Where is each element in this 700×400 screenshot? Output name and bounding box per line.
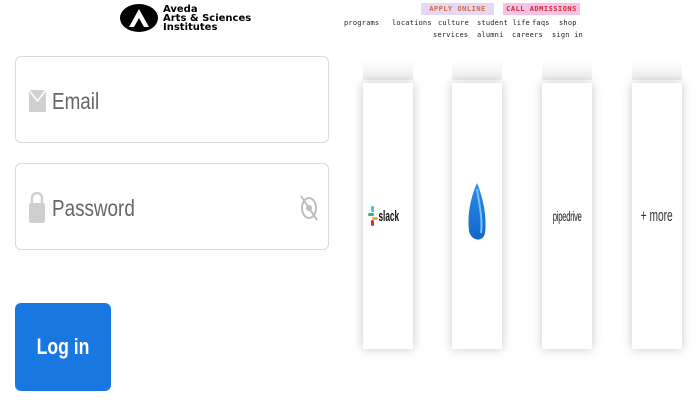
nav-shop[interactable]: shop: [559, 19, 577, 27]
more-integrations-card[interactable]: + more: [632, 83, 682, 349]
card-divider: [363, 60, 413, 80]
lock-icon: [29, 191, 45, 228]
nav-services[interactable]: services: [433, 31, 468, 39]
slack-integration-card[interactable]: slack: [363, 83, 413, 349]
password-field[interactable]: Password: [15, 163, 329, 250]
slack-logo-icon: [368, 206, 379, 226]
nav-alumni[interactable]: alumni: [477, 31, 504, 39]
slack-label: slack: [378, 207, 400, 225]
nav-student-life[interactable]: student life: [477, 19, 530, 27]
envelope-icon: [28, 89, 47, 117]
pipedrive-label: pipedrive: [552, 208, 582, 224]
nav-sign-in[interactable]: sign in: [552, 31, 583, 39]
login-label: Log in: [36, 334, 90, 359]
login-button[interactable]: Log in: [15, 303, 111, 391]
card-divider: [452, 60, 502, 80]
email-placeholder: Email: [52, 88, 100, 114]
nav-locations[interactable]: locations: [392, 19, 432, 27]
nav-programs[interactable]: programs: [344, 19, 379, 27]
nav-culture[interactable]: culture: [438, 19, 469, 27]
nav-faqs[interactable]: faqs: [532, 19, 550, 27]
fluent-app-integration-card[interactable]: [452, 83, 502, 349]
eye-off-icon[interactable]: [300, 194, 318, 227]
fluent-logo-icon: [467, 182, 487, 250]
password-placeholder: Password: [52, 195, 135, 221]
card-divider: [542, 60, 592, 80]
nav-careers[interactable]: careers: [512, 31, 543, 39]
pipedrive-integration-card[interactable]: pipedrive: [542, 83, 592, 349]
email-field[interactable]: Email: [15, 56, 329, 143]
main-nav: programs locations culture student life …: [0, 0, 700, 40]
card-divider: [632, 60, 682, 80]
more-label: + more: [640, 206, 674, 225]
